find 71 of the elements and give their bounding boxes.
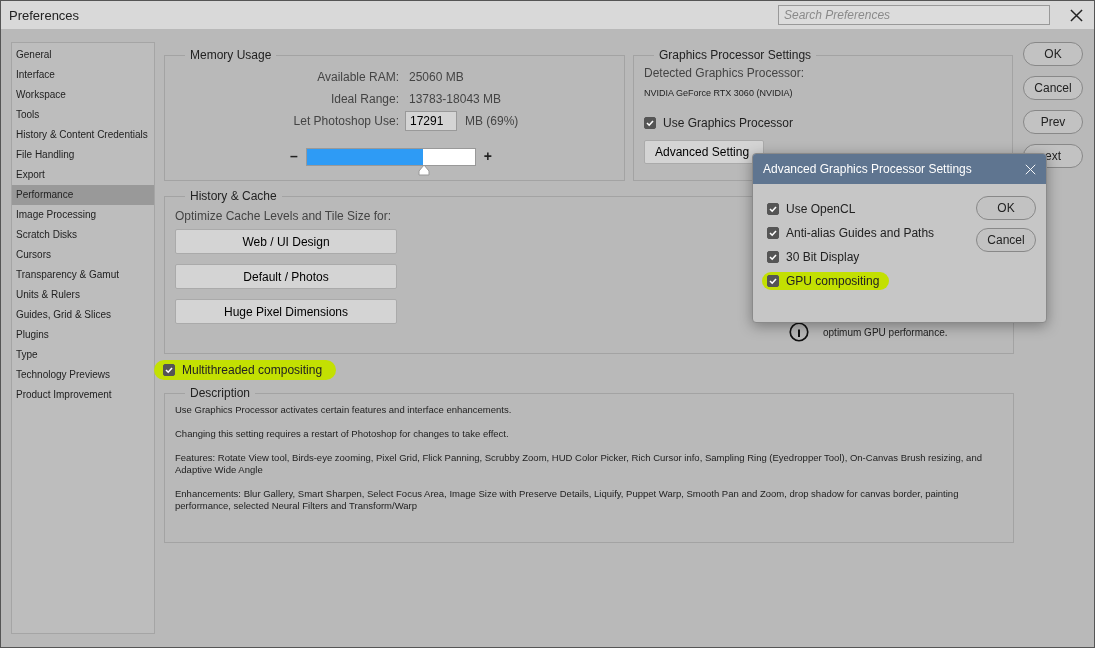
description-text: Features: Rotate View tool, Birds-eye zooming, Pixel Grid, Flick Panning, Scrubby Zoom, HUD Color Picker, Rich Cursor info, Sampling Ring (Eyedropper Tool), On-Canvas Brush resizing, and Adaptive Wide Angle: [175, 452, 983, 476]
preset-button[interactable]: Web / UI Design: [175, 229, 397, 254]
group-title: Description: [189, 386, 252, 400]
sidebar-item[interactable]: Type: [12, 345, 154, 365]
option-row[interactable]: 30 Bit Display: [762, 248, 870, 266]
field-unit: MB (69%): [465, 114, 519, 128]
window-title: Preferences: [9, 7, 81, 23]
checkbox[interactable]: [767, 227, 779, 239]
checkbox-label: GPU compositing: [786, 274, 880, 288]
decrease-button[interactable]: –: [290, 148, 298, 164]
option-row[interactable]: Use OpenCL: [762, 200, 866, 218]
sidebar-item[interactable]: Transparency & Gamut: [12, 265, 154, 285]
checkbox-label: Multithreaded compositing: [182, 363, 323, 377]
sidebar-item[interactable]: Technology Previews: [12, 365, 154, 385]
group-title: History & Cache: [189, 189, 278, 203]
memory-input[interactable]: 17291: [405, 111, 457, 131]
increase-button[interactable]: +: [483, 148, 492, 164]
slider-thumb[interactable]: [418, 164, 431, 176]
field-value: 25060 MB: [409, 70, 464, 84]
option-row[interactable]: Anti-alias Guides and Paths: [762, 224, 945, 242]
field-label: Detected Graphics Processor:: [644, 66, 806, 80]
field-label: Ideal Range:: [329, 92, 399, 106]
checkbox[interactable]: [767, 251, 779, 263]
description-text: Changing this setting requires a restart of Photoshop for changes to take effect.: [175, 428, 510, 440]
sidebar-item[interactable]: Export: [12, 165, 154, 185]
sidebar-item[interactable]: Guides, Grid & Slices: [12, 305, 154, 325]
checkbox-label: 30 Bit Display: [786, 250, 860, 264]
checkbox-label: Use OpenCL: [786, 202, 856, 216]
description-text: Use Graphics Processor activates certain features and interface enhancements.: [175, 404, 513, 416]
dialog-button[interactable]: OK: [1023, 42, 1083, 66]
dialog-button[interactable]: OK: [976, 196, 1036, 220]
advanced-settings-button[interactable]: Advanced Setting: [644, 140, 764, 164]
sidebar-item[interactable]: Product Improvement: [12, 385, 154, 405]
checkbox[interactable]: [644, 117, 656, 129]
checkbox[interactable]: [767, 203, 779, 215]
processor-name: NVIDIA GeForce RTX 3060 (NVIDIA): [644, 88, 794, 98]
sidebar-item[interactable]: Units & Rulers: [12, 285, 154, 305]
sidebar-item[interactable]: Cursors: [12, 245, 154, 265]
info-icon: [789, 322, 809, 342]
dialog-button[interactable]: Prev: [1023, 110, 1083, 134]
checkbox[interactable]: [163, 364, 175, 376]
group-title: Memory Usage: [189, 48, 273, 62]
sidebar-item[interactable]: Workspace: [12, 85, 154, 105]
dialog-button[interactable]: Cancel: [976, 228, 1036, 252]
multithreaded-checkbox-row[interactable]: Multithreaded compositing: [154, 360, 337, 380]
group-title: Graphics Processor Settings: [658, 48, 813, 62]
sidebar-item[interactable]: Image Processing: [12, 205, 154, 225]
description-text: Enhancements: Blur Gallery, Smart Sharpen, Select Focus Area, Image Size with Preserve Details, Liquify, Puppet Warp, Smooth Pan and Zoom, drop shadow for canvas border, painting performance, selected Neural Filters and Transform/Warp: [175, 488, 960, 512]
preset-button[interactable]: Default / Photos: [175, 264, 397, 289]
option-row[interactable]: GPU compositing: [762, 272, 890, 290]
field-label: Let Photoshop Use:: [292, 114, 399, 128]
checkbox[interactable]: [767, 275, 779, 287]
sidebar-item[interactable]: Tools: [12, 105, 154, 125]
checkbox-label: Anti-alias Guides and Paths: [786, 226, 935, 240]
dialog-button[interactable]: Cancel: [1023, 76, 1083, 100]
hint-text: optimum GPU performance.: [823, 326, 948, 338]
search-field[interactable]: Search Preferences: [778, 5, 1050, 25]
sidebar-item[interactable]: Interface: [12, 65, 154, 85]
preset-button[interactable]: Huge Pixel Dimensions: [175, 299, 397, 324]
checkbox-label: Use Graphics Processor: [663, 116, 794, 130]
dialog-title: Advanced Graphics Processor Settings: [763, 162, 973, 176]
close-icon[interactable]: [1070, 8, 1083, 22]
sidebar-item[interactable]: Performance: [12, 185, 154, 205]
sidebar-item[interactable]: File Handling: [12, 145, 154, 165]
sidebar-item[interactable]: Plugins: [12, 325, 154, 345]
field-label: Available RAM:: [316, 70, 399, 84]
sidebar-item[interactable]: Scratch Disks: [12, 225, 154, 245]
sidebar-item[interactable]: General: [12, 45, 154, 65]
field-value: 13783-18043 MB: [409, 92, 502, 106]
section-label: Optimize Cache Levels and Tile Size for:: [175, 209, 393, 223]
sidebar-item[interactable]: History & Content Credentials: [12, 125, 154, 145]
